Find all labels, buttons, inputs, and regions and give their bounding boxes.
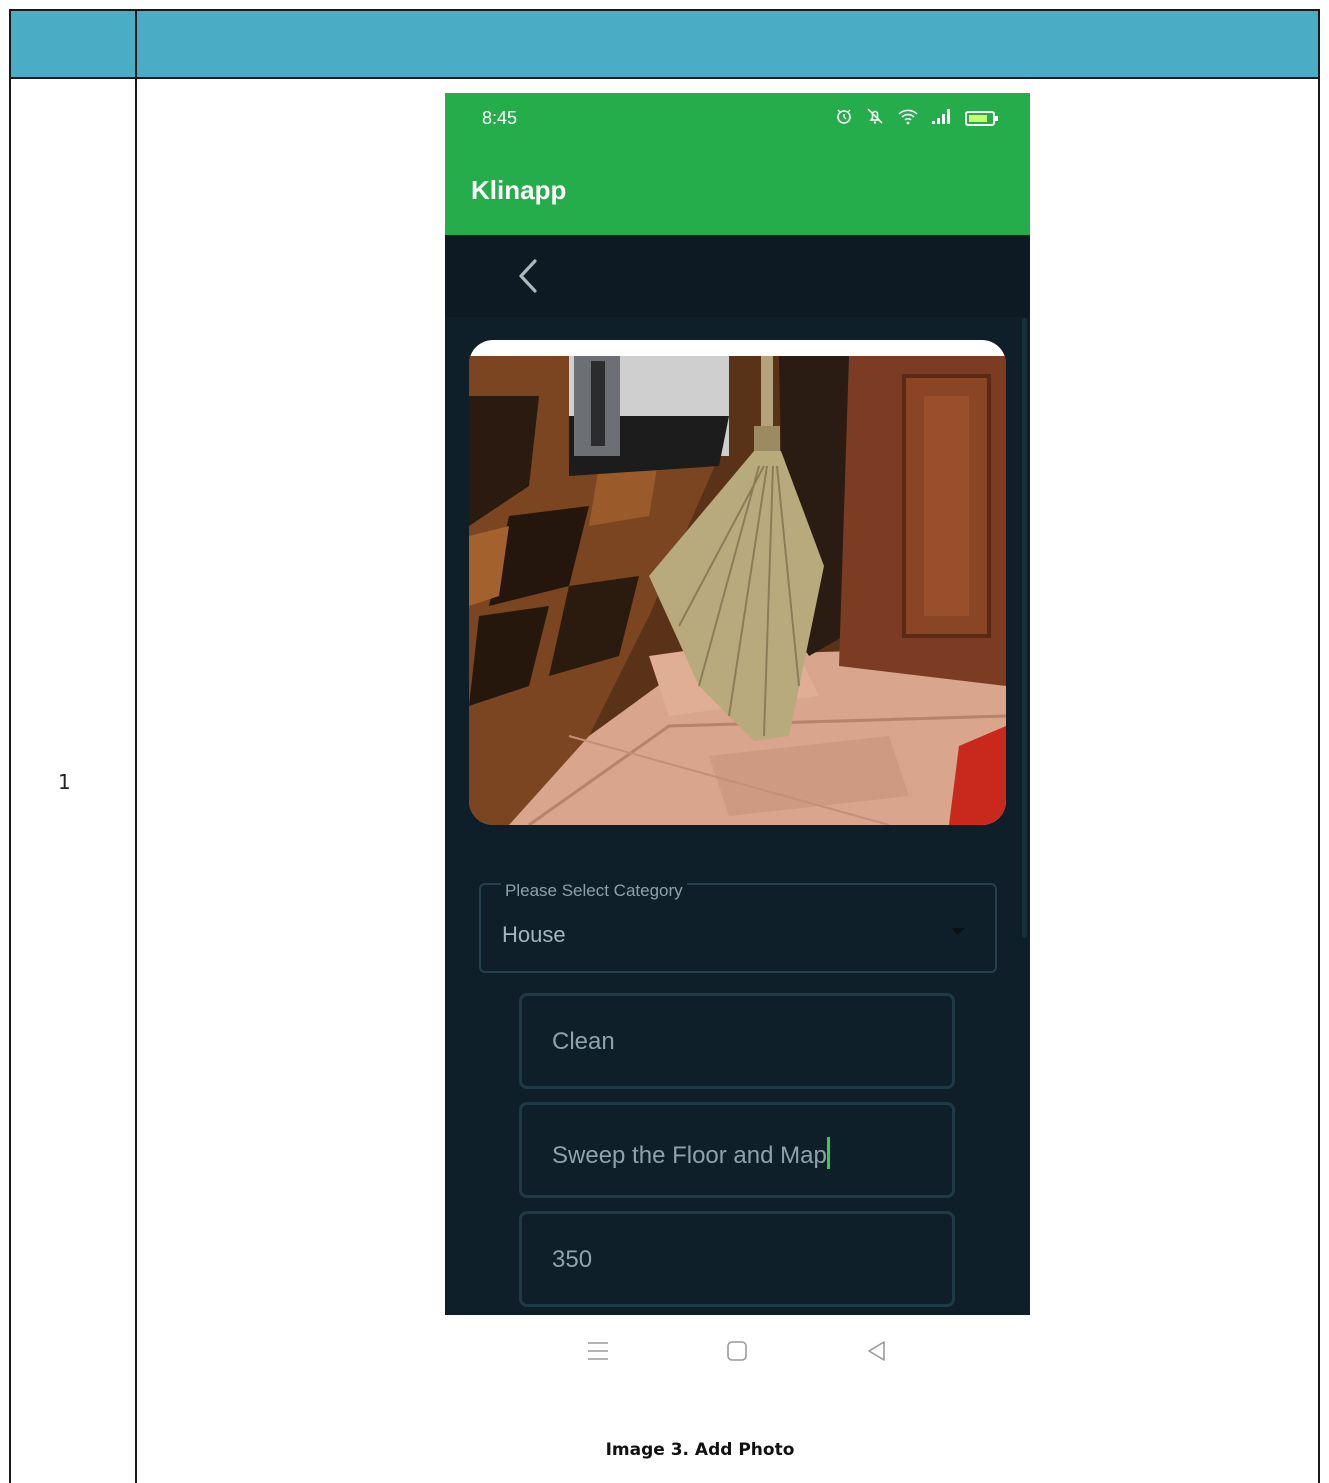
row-number: 1 (58, 770, 71, 794)
description-field[interactable]: Sweep the Floor and Map (519, 1102, 955, 1198)
category-value: House (502, 922, 566, 947)
alarm-icon (835, 107, 853, 130)
status-icons (835, 107, 998, 130)
table-column-divider (135, 9, 137, 1483)
table-right-border (1318, 9, 1320, 1483)
status-time: 8:45 (482, 108, 518, 128)
system-nav-bar (445, 1315, 1030, 1385)
chevron-left-icon (519, 259, 537, 293)
app-title: Klinapp (471, 175, 567, 205)
broom-photo (469, 356, 1006, 825)
signal-icon (931, 107, 953, 130)
home-icon[interactable] (722, 1337, 752, 1365)
mute-icon (865, 107, 885, 130)
app-bar: Klinapp (445, 143, 1030, 235)
table-header-row (9, 9, 1320, 79)
title-field-value: Clean (552, 1028, 615, 1055)
status-bar: 8:45 (445, 93, 1030, 143)
scrollbar[interactable] (1022, 318, 1027, 938)
phone-screenshot: 8:45 Klinapp Please Select Category Hous… (445, 93, 1030, 1315)
dropdown-arrow-icon[interactable] (951, 928, 965, 935)
battery-icon (965, 111, 998, 126)
category-label: Please Select Category (501, 881, 687, 901)
text-cursor (826, 1137, 830, 1169)
description-field-value: Sweep the Floor and Map (552, 1137, 830, 1170)
description-text: Sweep the Floor and Map (552, 1142, 827, 1169)
price-field[interactable]: 350 (519, 1211, 955, 1307)
price-field-value: 350 (552, 1246, 593, 1273)
back-icon[interactable] (862, 1337, 892, 1365)
title-field[interactable]: Clean (519, 993, 955, 1089)
back-button[interactable] (507, 253, 549, 299)
table-left-border (9, 9, 11, 1483)
figure-caption: Image 3. Add Photo (605, 1440, 795, 1460)
toolbar (445, 235, 1030, 317)
wifi-icon (897, 107, 919, 130)
photo-container[interactable] (469, 340, 1006, 825)
menu-icon[interactable] (583, 1337, 613, 1365)
